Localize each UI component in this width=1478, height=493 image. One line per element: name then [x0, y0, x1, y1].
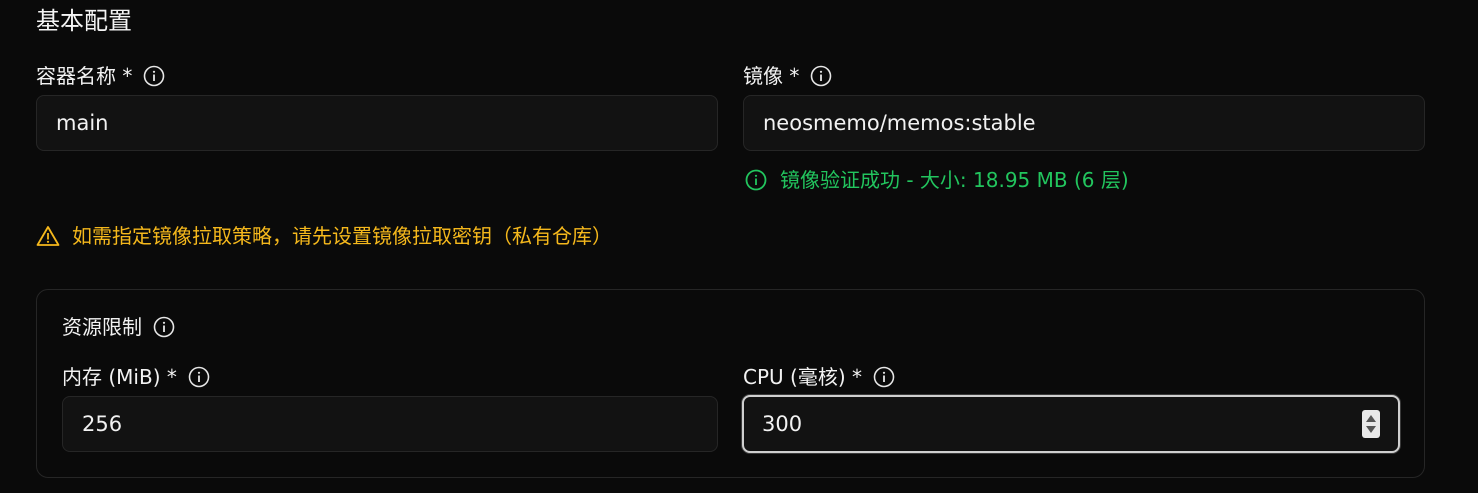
memory-label-group: 内存 (MiB) * [62, 363, 211, 391]
image-label: 镜像 * [743, 64, 800, 88]
section-title: 基本配置 [36, 7, 132, 35]
resource-limits-title: 资源限制 [62, 315, 142, 339]
decrement-icon[interactable] [1366, 426, 1376, 434]
warning-triangle-icon [36, 224, 60, 248]
info-icon[interactable] [142, 64, 166, 88]
info-icon[interactable] [872, 365, 896, 389]
image-label-group: 镜像 * [743, 62, 833, 90]
cpu-label: CPU (毫核) * [743, 365, 862, 389]
info-circle-icon [744, 168, 768, 192]
memory-input[interactable]: 256 [62, 396, 718, 452]
resource-limits-title-group: 资源限制 [62, 313, 176, 341]
cpu-input[interactable]: 300 [742, 395, 1400, 453]
info-icon[interactable] [152, 315, 176, 339]
image-status-text: 镜像验证成功 - 大小: 18.95 MB (6 层) [780, 168, 1129, 192]
image-validation-status: 镜像验证成功 - 大小: 18.95 MB (6 层) [744, 166, 1129, 194]
pull-policy-warning: 如需指定镜像拉取策略，请先设置镜像拉取密钥（私有仓库） [36, 222, 612, 250]
container-name-label-group: 容器名称 * [36, 62, 166, 90]
container-name-label: 容器名称 * [36, 64, 133, 88]
basic-config-form: 基本配置 容器名称 * main 镜像 * neosmemo/memos:sta… [0, 0, 1478, 493]
info-icon[interactable] [187, 365, 211, 389]
warning-text: 如需指定镜像拉取策略，请先设置镜像拉取密钥（私有仓库） [72, 224, 612, 248]
container-name-input[interactable]: main [36, 95, 718, 151]
container-name-value: main [56, 111, 109, 135]
cpu-value: 300 [762, 412, 803, 436]
image-input[interactable]: neosmemo/memos:stable [743, 95, 1425, 151]
cpu-label-group: CPU (毫核) * [743, 363, 896, 391]
memory-label: 内存 (MiB) * [62, 365, 177, 389]
number-stepper[interactable] [1362, 410, 1380, 438]
image-value: neosmemo/memos:stable [763, 111, 1036, 135]
info-icon[interactable] [809, 64, 833, 88]
increment-icon[interactable] [1366, 414, 1376, 422]
memory-value: 256 [82, 412, 123, 436]
